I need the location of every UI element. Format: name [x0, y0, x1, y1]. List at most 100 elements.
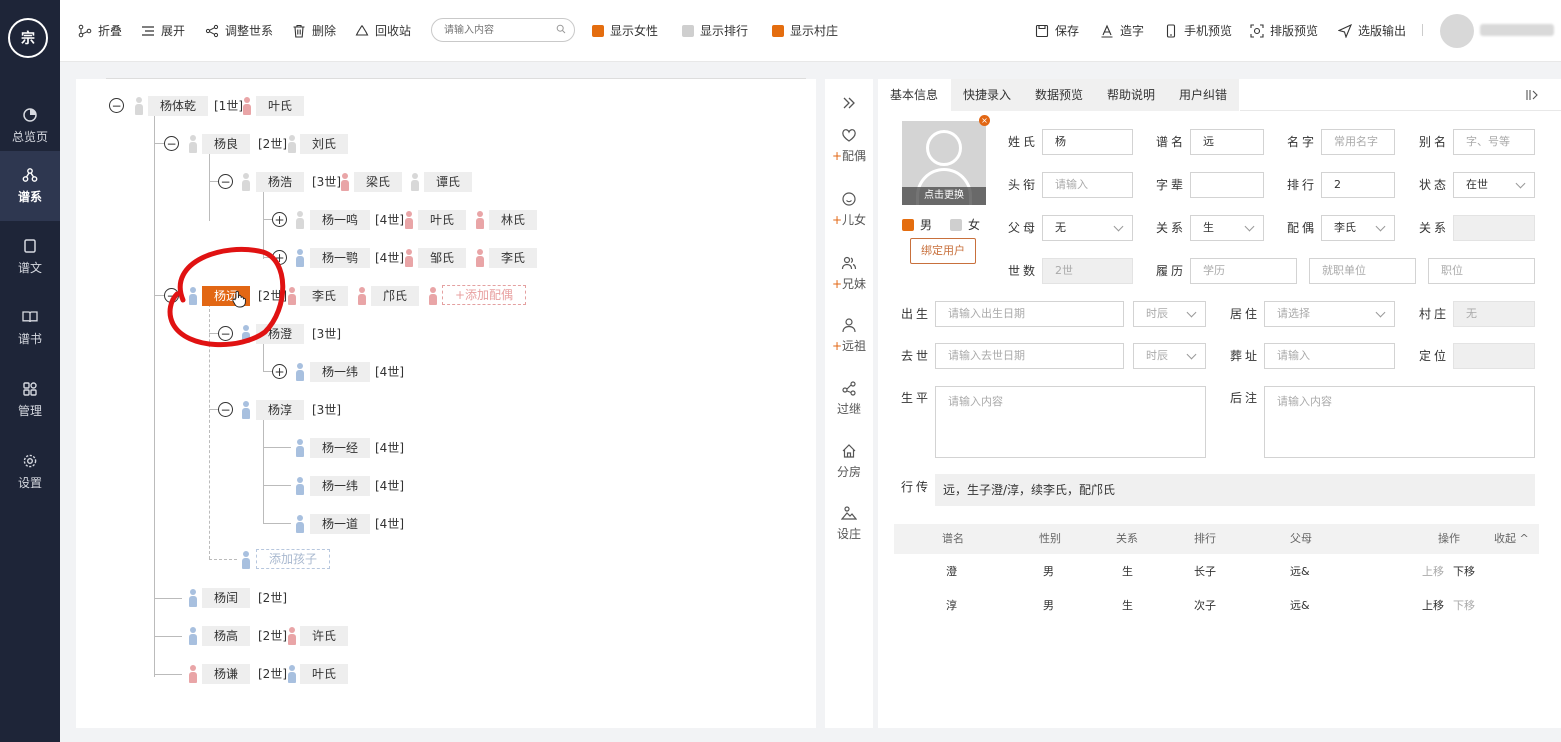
move-up-button[interactable]: 上移	[1422, 598, 1444, 614]
rank-input[interactable]: 2	[1321, 172, 1395, 198]
make-char-button[interactable]: 造字	[1100, 22, 1144, 39]
birth-date-input[interactable]: 请输入出生日期	[935, 301, 1124, 327]
expand-button[interactable]: 展开	[141, 22, 185, 39]
tree-node-spouse[interactable]: 林氏	[489, 210, 538, 230]
add-child-button[interactable]: 添加孩子	[256, 549, 331, 569]
collapse-toggle[interactable]: −	[218, 174, 233, 189]
tree-node-person[interactable]: 杨一纬	[310, 362, 371, 382]
tab-quick-entry[interactable]: 快捷录入	[951, 79, 1025, 111]
tree-node-person[interactable]: 杨一纬	[310, 476, 371, 496]
collapse-button[interactable]: 折叠	[78, 22, 122, 39]
puming-input[interactable]: 远	[1190, 129, 1264, 155]
tree-node-person[interactable]: 杨一鸣	[310, 210, 371, 230]
collapse-table-button[interactable]: 收起 ^	[1494, 524, 1529, 554]
tree-node-person[interactable]: 杨良	[202, 134, 251, 154]
nav-document[interactable]: 谱文	[0, 222, 60, 292]
tab-basic-info[interactable]: 基本信息	[878, 79, 952, 111]
nav-genealogy[interactable]: 谱系	[0, 151, 60, 221]
recycle-bin-button[interactable]: 回收站	[355, 22, 411, 39]
relation-select[interactable]: 生	[1190, 215, 1264, 241]
tree-node-spouse[interactable]: 叶氏	[256, 96, 305, 116]
burial-input[interactable]: 请输入	[1264, 343, 1395, 369]
title-input[interactable]: 请输入	[1042, 172, 1133, 198]
tree-node-person[interactable]: 杨浩	[256, 172, 305, 192]
adopt-action[interactable]: 过继	[825, 380, 873, 417]
tree-node-spouse[interactable]: 李氏	[489, 248, 538, 268]
collapse-toggle[interactable]: −	[164, 136, 179, 151]
tree-node-spouse[interactable]: 许氏	[300, 626, 349, 646]
tree-node-person[interactable]: 杨高	[202, 626, 251, 646]
tree-node-spouse[interactable]: 邹氏	[418, 248, 467, 268]
checkbox-unchecked[interactable]	[682, 24, 694, 37]
tree-node-spouse[interactable]: 梁氏	[354, 172, 403, 192]
checkbox-checked[interactable]	[592, 24, 604, 37]
residence-select[interactable]: 请选择	[1264, 301, 1395, 327]
alias-input[interactable]: 字、号等	[1453, 129, 1535, 155]
tree-node-person[interactable]: 杨一道	[310, 514, 371, 534]
tab-data-preview[interactable]: 数据预览	[1023, 79, 1097, 111]
expand-toggle[interactable]: +	[272, 364, 287, 379]
tree-node-person[interactable]: 杨闰	[202, 588, 251, 608]
search-input[interactable]	[431, 18, 575, 42]
death-date-input[interactable]: 请输入去世日期	[935, 343, 1124, 369]
tree-node-spouse[interactable]: 叶氏	[300, 664, 349, 684]
employer-input[interactable]: 就职单位	[1309, 258, 1416, 284]
user-name-blurred[interactable]	[1480, 24, 1554, 36]
tree-node-person[interactable]: 杨体乾	[148, 96, 209, 116]
user-avatar[interactable]	[1440, 14, 1474, 48]
panel-toggle-icon[interactable]	[1525, 88, 1539, 102]
add-child-action[interactable]: +儿女	[825, 191, 873, 228]
app-logo[interactable]: 宗	[8, 18, 48, 58]
life-textarea[interactable]: 请输入内容	[935, 386, 1206, 458]
collapse-panel-button[interactable]	[825, 95, 873, 111]
zibei-input[interactable]	[1190, 172, 1264, 198]
tree-node-spouse[interactable]: 李氏	[300, 286, 349, 306]
given-name-input[interactable]: 常用名字	[1321, 129, 1395, 155]
tab-help[interactable]: 帮助说明	[1095, 79, 1169, 111]
adjust-lineage-button[interactable]: 调整世系	[205, 22, 273, 39]
nav-manage[interactable]: 管理	[0, 365, 60, 435]
parents-select[interactable]: 无	[1042, 215, 1133, 241]
add-spouse-action[interactable]: +配偶	[825, 127, 873, 164]
tree-node-spouse[interactable]: 谭氏	[424, 172, 473, 192]
note-textarea[interactable]: 请输入内容	[1264, 386, 1535, 458]
add-spouse-button[interactable]: +添加配偶	[442, 285, 527, 305]
tab-user-correction[interactable]: 用户纠错	[1167, 79, 1241, 111]
set-village-action[interactable]: 设庄	[825, 505, 873, 542]
mobile-preview-button[interactable]: 手机预览	[1164, 22, 1232, 39]
female-checkbox[interactable]	[950, 218, 963, 231]
move-down-button[interactable]: 下移	[1453, 598, 1475, 614]
nav-book[interactable]: 谱书	[0, 293, 60, 363]
branch-house-action[interactable]: 分房	[825, 443, 873, 480]
collapse-toggle[interactable]: −	[218, 402, 233, 417]
change-photo-label[interactable]: 点击更换	[902, 187, 986, 205]
position-input[interactable]: 职位	[1428, 258, 1535, 284]
tree-node-person[interactable]: 杨一经	[310, 438, 371, 458]
death-time-select[interactable]: 时辰	[1133, 343, 1206, 369]
delete-button[interactable]: 删除	[292, 22, 336, 39]
tree-node-spouse[interactable]: 邝氏	[371, 286, 420, 306]
tree-node-person[interactable]: 杨淳	[256, 400, 305, 420]
move-up-button[interactable]: 上移	[1422, 564, 1444, 580]
add-sibling-action[interactable]: +兄妹	[825, 255, 873, 292]
avatar-photo[interactable]: 点击更换	[902, 121, 986, 205]
move-down-button[interactable]: 下移	[1453, 564, 1475, 580]
show-female-checkbox[interactable]: 显示女性	[592, 22, 658, 39]
layout-preview-button[interactable]: 排版预览	[1250, 22, 1318, 39]
male-checkbox[interactable]	[902, 218, 914, 231]
collapse-toggle[interactable]: −	[109, 98, 124, 113]
spouse-select[interactable]: 李氏	[1321, 215, 1395, 241]
expand-toggle[interactable]: +	[272, 212, 287, 227]
search-icon[interactable]	[556, 24, 566, 34]
checkbox-checked[interactable]	[772, 24, 784, 37]
tree-node-spouse[interactable]: 刘氏	[300, 134, 349, 154]
nav-settings[interactable]: 设置	[0, 437, 60, 507]
education-input[interactable]: 学历	[1190, 258, 1297, 284]
tree-node-spouse[interactable]: 叶氏	[418, 210, 467, 230]
tree-node-person[interactable]: 杨谦	[202, 664, 251, 684]
save-button[interactable]: 保存	[1035, 22, 1079, 39]
birth-time-select[interactable]: 时辰	[1133, 301, 1206, 327]
select-output-button[interactable]: 选版输出	[1338, 22, 1406, 39]
status-select[interactable]: 在世	[1453, 172, 1535, 198]
add-ancestor-action[interactable]: +远祖	[825, 317, 873, 354]
